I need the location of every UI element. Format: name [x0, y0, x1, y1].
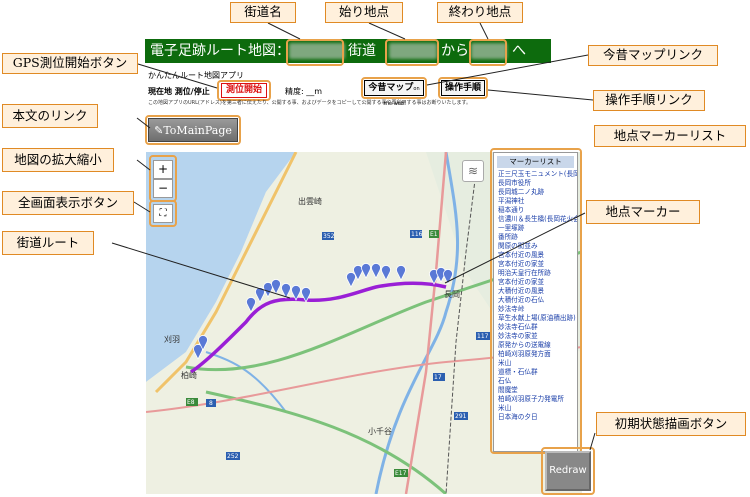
callout-main-link: 本文のリンク	[2, 104, 98, 128]
callout-end-point: 終わり地点	[437, 2, 523, 23]
callout-manual-link: 操作手順リンク	[593, 90, 705, 111]
callout-route: 街道ルート	[2, 231, 94, 255]
callout-konjaku-link: 今昔マップリンク	[588, 45, 718, 66]
callout-marker: 地点マーカー	[586, 200, 700, 224]
callout-fullscreen: 全画面表示ボタン	[2, 191, 134, 215]
callout-zoom: 地図の拡大縮小	[2, 148, 114, 172]
callout-redraw: 初期状態描画ボタン	[596, 412, 746, 436]
callout-road-name: 街道名	[230, 2, 296, 23]
callout-start-point: 始り地点	[325, 2, 403, 23]
callout-gps-button: GPS測位開始ボタン	[2, 53, 138, 74]
callout-marker-list: 地点マーカーリスト	[594, 125, 746, 147]
